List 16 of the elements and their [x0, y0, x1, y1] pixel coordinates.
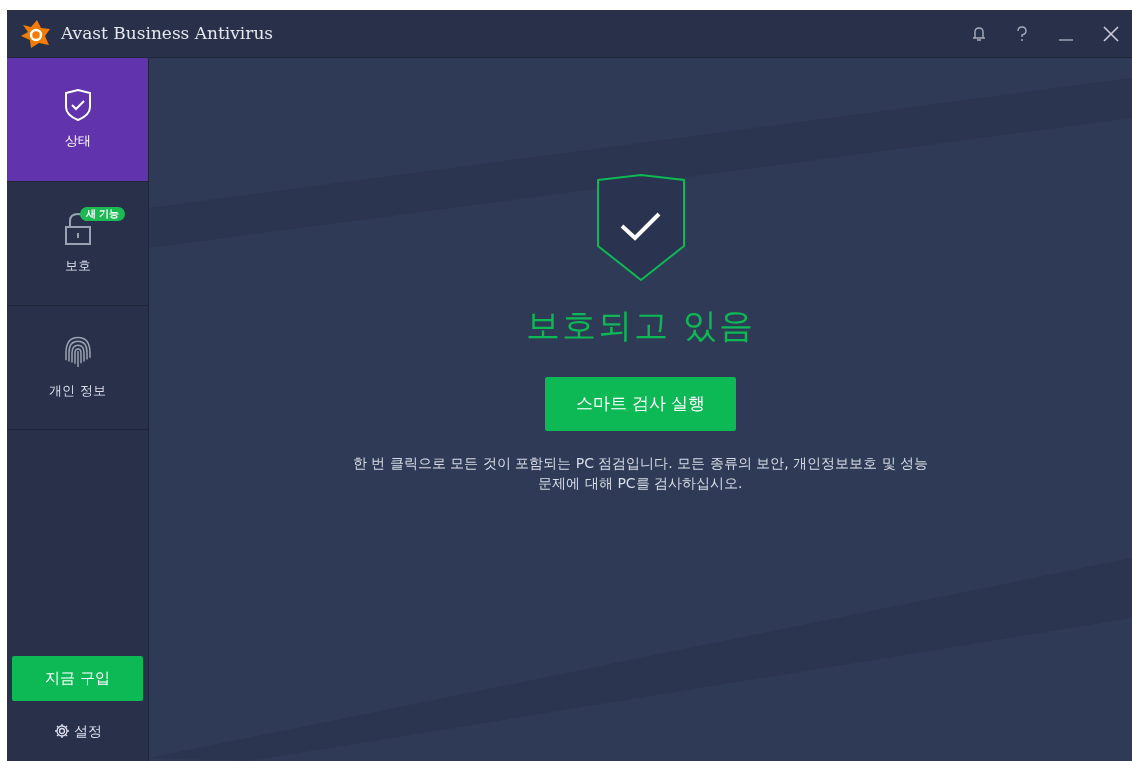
settings-link[interactable]: 설정 [7, 701, 148, 761]
help-icon[interactable] [1016, 25, 1028, 42]
window-title: Avast Business Antivirus [61, 21, 274, 45]
new-feature-badge: 새 기능 [79, 206, 125, 221]
status-heading: 보호되고 있음 [526, 304, 755, 347]
logo-icon [19, 18, 53, 49]
sidebar-item[interactable]: 상태 [7, 58, 148, 182]
close-icon[interactable] [1102, 24, 1120, 43]
sidebar-label: 상태 [64, 131, 91, 150]
sidebar-label: 보호 [64, 256, 91, 275]
settings-icon [53, 723, 70, 739]
sidebar-label: 개인 정보 [49, 381, 106, 400]
scan-description: 한 번 클릭으로 모든 것이 포함되는 PC 점검입니다. 모든 종류의 보안, 개인정보보호 및 성능 문제에 대해 PC를 검사하십시오. [352, 454, 929, 493]
bell-icon[interactable] [972, 25, 986, 42]
shield-check-icon [63, 88, 92, 121]
shield-check-icon [595, 174, 686, 282]
